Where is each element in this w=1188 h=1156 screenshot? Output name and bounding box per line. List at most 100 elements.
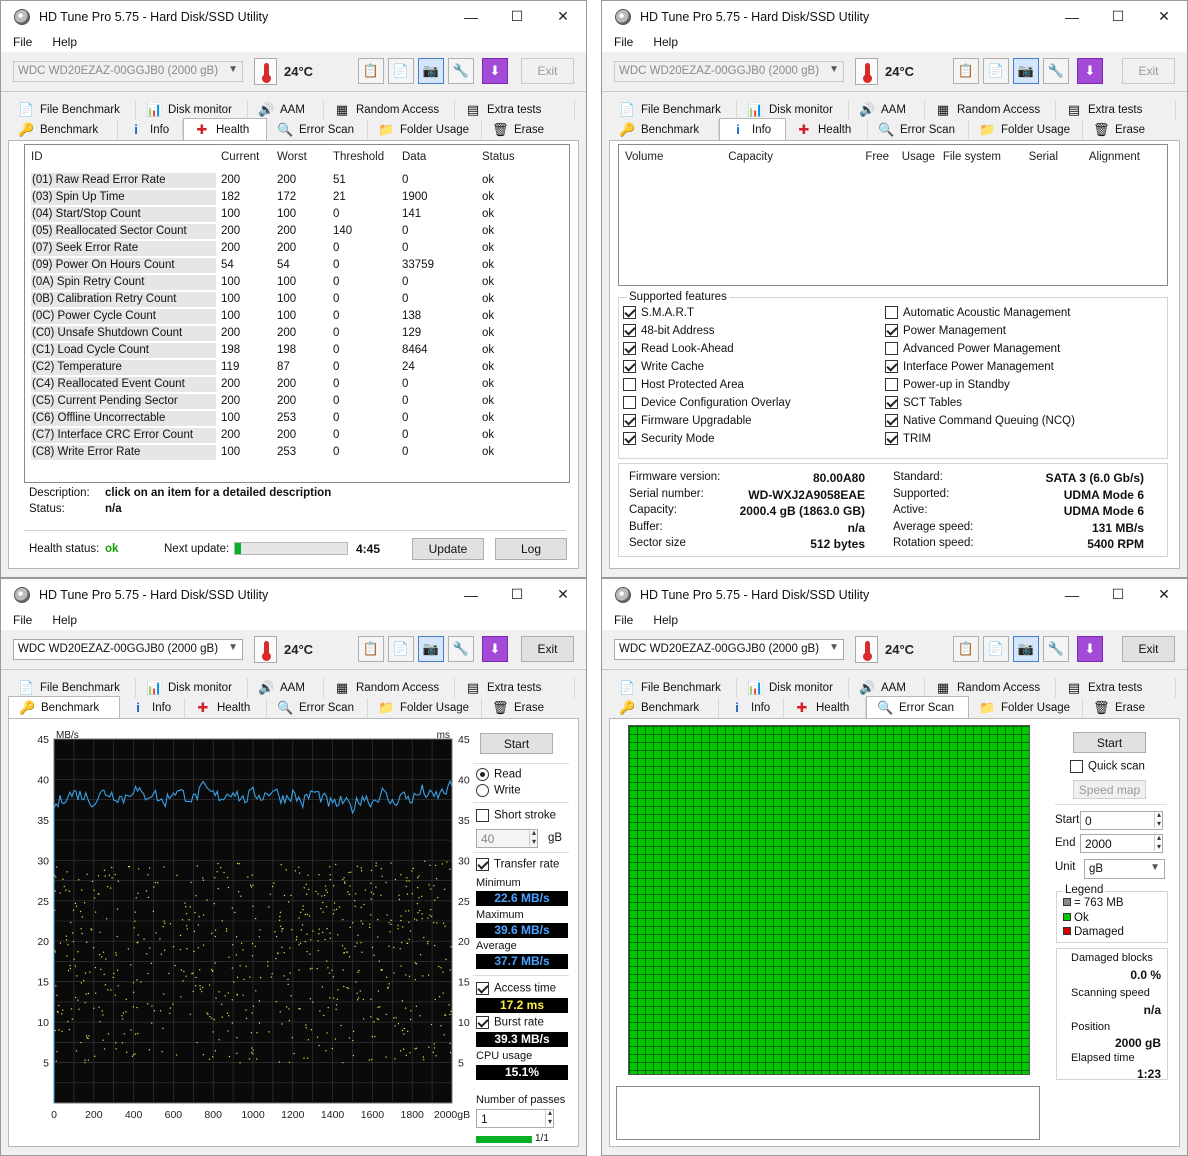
tab-folder-usage[interactable]: 📁 Folder Usage [368, 120, 482, 140]
menu-help[interactable]: Help [52, 35, 77, 49]
tab-health[interactable]: ✚ Health [786, 120, 868, 140]
tab-benchmark[interactable]: 🔑 Benchmark [8, 120, 118, 140]
table-row[interactable]: (C0) Unsafe Shutdown Count 200 200 0 129 ok [31, 325, 561, 342]
transfer-rate-checkbox[interactable]: Transfer rate [476, 858, 559, 871]
save-down-icon[interactable]: ⬇ [1077, 58, 1103, 84]
feature-checkbox[interactable]: Security Mode [623, 432, 715, 445]
short-stroke-input[interactable]: 40 [476, 828, 538, 848]
table-row[interactable]: (07) Seek Error Rate 200 200 0 0 ok [31, 240, 561, 257]
volume-table[interactable]: Volume Capacity Free Usage File system Serial… [618, 144, 1168, 286]
tab-aam[interactable]: 🔊 AAM [849, 100, 925, 120]
unit-select[interactable]: gB ▼ [1084, 859, 1165, 879]
tab-info[interactable]: i Info [719, 118, 786, 140]
tab-erase[interactable]: 🗑 Erase [482, 698, 552, 718]
speed-map-button[interactable]: Speed map [1073, 780, 1146, 799]
tab-extra-tests[interactable]: ▤ Extra tests [1056, 100, 1176, 120]
close-icon[interactable]: ✕ [1141, 8, 1187, 25]
table-row[interactable]: (C1) Load Cycle Count 198 198 0 8464 ok [31, 342, 561, 359]
quick-scan-checkbox[interactable]: Quick scan [1070, 760, 1145, 773]
screenshot-icon[interactable]: 📷 [418, 58, 444, 84]
table-row[interactable]: (01) Raw Read Error Rate 200 200 51 0 ok [31, 172, 561, 189]
tab-error-scan[interactable]: 🔍 Error Scan [267, 698, 368, 718]
exit-button[interactable]: Exit [1122, 636, 1175, 662]
screenshot-icon[interactable]: 📷 [1013, 636, 1039, 662]
table-row[interactable]: (C8) Write Error Rate 100 253 0 0 ok [31, 444, 561, 461]
tab-folder-usage[interactable]: 📁 Folder Usage [969, 120, 1083, 140]
tab-disk-monitor[interactable]: 📊 Disk monitor [136, 678, 248, 698]
column-header[interactable]: Capacity [723, 151, 773, 163]
copy-text-icon[interactable]: 📄 [388, 636, 414, 662]
save-down-icon[interactable]: ⬇ [1077, 636, 1103, 662]
menu-file[interactable]: File [13, 613, 32, 627]
feature-checkbox[interactable]: TRIM [885, 432, 931, 445]
maximize-icon[interactable]: ☐ [494, 586, 540, 603]
table-row[interactable]: (C6) Offline Uncorrectable 100 253 0 0 ok [31, 410, 561, 427]
feature-checkbox[interactable]: Read Look-Ahead [623, 342, 734, 355]
tab-extra-tests[interactable]: ▤ Extra tests [455, 678, 575, 698]
drive-select[interactable]: WDC WD20EZAZ-00GGJB0 (2000 gB) ▼ [13, 61, 243, 82]
tab-info[interactable]: i Info [120, 698, 185, 718]
tab-health[interactable]: ✚ Health [183, 118, 267, 140]
tab-aam[interactable]: 🔊 AAM [849, 678, 925, 698]
burst-rate-checkbox[interactable]: Burst rate [476, 1016, 544, 1029]
drive-select[interactable]: WDC WD20EZAZ-00GGJB0 (2000 gB) ▼ [614, 61, 844, 82]
tab-disk-monitor[interactable]: 📊 Disk monitor [737, 100, 849, 120]
feature-checkbox[interactable]: Device Configuration Overlay [623, 396, 791, 409]
column-header[interactable]: Volume [625, 151, 663, 163]
column-header[interactable]: Current [221, 151, 259, 163]
tab-benchmark[interactable]: 🔑 Benchmark [8, 696, 120, 718]
table-row[interactable]: (0B) Calibration Retry Count 100 100 0 0 ok [31, 291, 561, 308]
menu-file[interactable]: File [614, 35, 633, 49]
column-header[interactable]: ID [31, 151, 43, 163]
copy-text-icon[interactable]: 📄 [983, 636, 1009, 662]
write-radio[interactable]: Write [476, 784, 521, 797]
tab-erase[interactable]: 🗑 Erase [1083, 120, 1153, 140]
column-header[interactable]: Status [482, 151, 515, 163]
feature-checkbox[interactable]: Interface Power Management [885, 360, 1054, 373]
access-time-checkbox[interactable]: Access time [476, 982, 556, 995]
tab-random-access[interactable]: ▦ Random Access [324, 100, 455, 120]
title-bar[interactable]: HD Tune Pro 5.75 - Hard Disk/SSD Utility… [602, 579, 1187, 610]
table-row[interactable]: (09) Power On Hours Count 54 54 0 33759 ok [31, 257, 561, 274]
copy-info-icon[interactable]: 📋 [953, 58, 979, 84]
tab-file-benchmark[interactable]: 📄 File Benchmark [8, 100, 136, 120]
tab-random-access[interactable]: ▦ Random Access [324, 678, 455, 698]
table-row[interactable]: (C4) Reallocated Event Count 200 200 0 0 ok [31, 376, 561, 393]
tab-random-access[interactable]: ▦ Random Access [925, 678, 1056, 698]
smart-table[interactable]: ID Current Worst Threshold Data Status (01) R… [24, 144, 570, 483]
exit-button[interactable]: Exit [521, 636, 574, 662]
maximize-icon[interactable]: ☐ [1095, 586, 1141, 603]
menu-help[interactable]: Help [653, 613, 678, 627]
table-row[interactable]: (C7) Interface CRC Error Count 200 200 0 0 ok [31, 427, 561, 444]
feature-checkbox[interactable]: S.M.A.R.T [623, 306, 694, 319]
exit-button[interactable]: Exit [521, 58, 574, 84]
menu-file[interactable]: File [614, 613, 633, 627]
title-bar[interactable]: HD Tune Pro 5.75 - Hard Disk/SSD Utility… [1, 579, 586, 610]
table-row[interactable]: (03) Spin Up Time 182 172 21 1900 ok [31, 189, 561, 206]
options-icon[interactable]: 🔧 [1043, 58, 1069, 84]
tab-benchmark[interactable]: 🔑 Benchmark [609, 120, 719, 140]
column-header[interactable]: Serial [1018, 151, 1058, 163]
column-header[interactable]: Free [849, 151, 889, 163]
options-icon[interactable]: 🔧 [448, 58, 474, 84]
tab-file-benchmark[interactable]: 📄 File Benchmark [609, 678, 737, 698]
feature-checkbox[interactable]: Power Management [885, 324, 1006, 337]
copy-text-icon[interactable]: 📄 [388, 58, 414, 84]
tab-health[interactable]: ✚ Health [185, 698, 267, 718]
column-header[interactable]: Data [402, 151, 426, 163]
menu-help[interactable]: Help [653, 35, 678, 49]
start-input[interactable]: 0 [1080, 810, 1163, 830]
short-stroke-checkbox[interactable]: Short stroke [476, 809, 556, 822]
copy-info-icon[interactable]: 📋 [358, 636, 384, 662]
table-row[interactable]: (04) Start/Stop Count 100 100 0 141 ok [31, 206, 561, 223]
feature-checkbox[interactable]: Firmware Upgradable [623, 414, 752, 427]
options-icon[interactable]: 🔧 [1043, 636, 1069, 662]
tab-aam[interactable]: 🔊 AAM [248, 100, 324, 120]
menu-file[interactable]: File [13, 35, 32, 49]
table-row[interactable]: (C2) Temperature 119 87 0 24 ok [31, 359, 561, 376]
table-row[interactable]: (05) Reallocated Sector Count 200 200 140 0 o… [31, 223, 561, 240]
tab-info[interactable]: i Info [118, 120, 183, 140]
tab-error-scan[interactable]: 🔍 Error Scan [866, 696, 969, 718]
column-header[interactable]: Alignment [1080, 151, 1140, 163]
column-header[interactable]: Worst [277, 151, 307, 163]
